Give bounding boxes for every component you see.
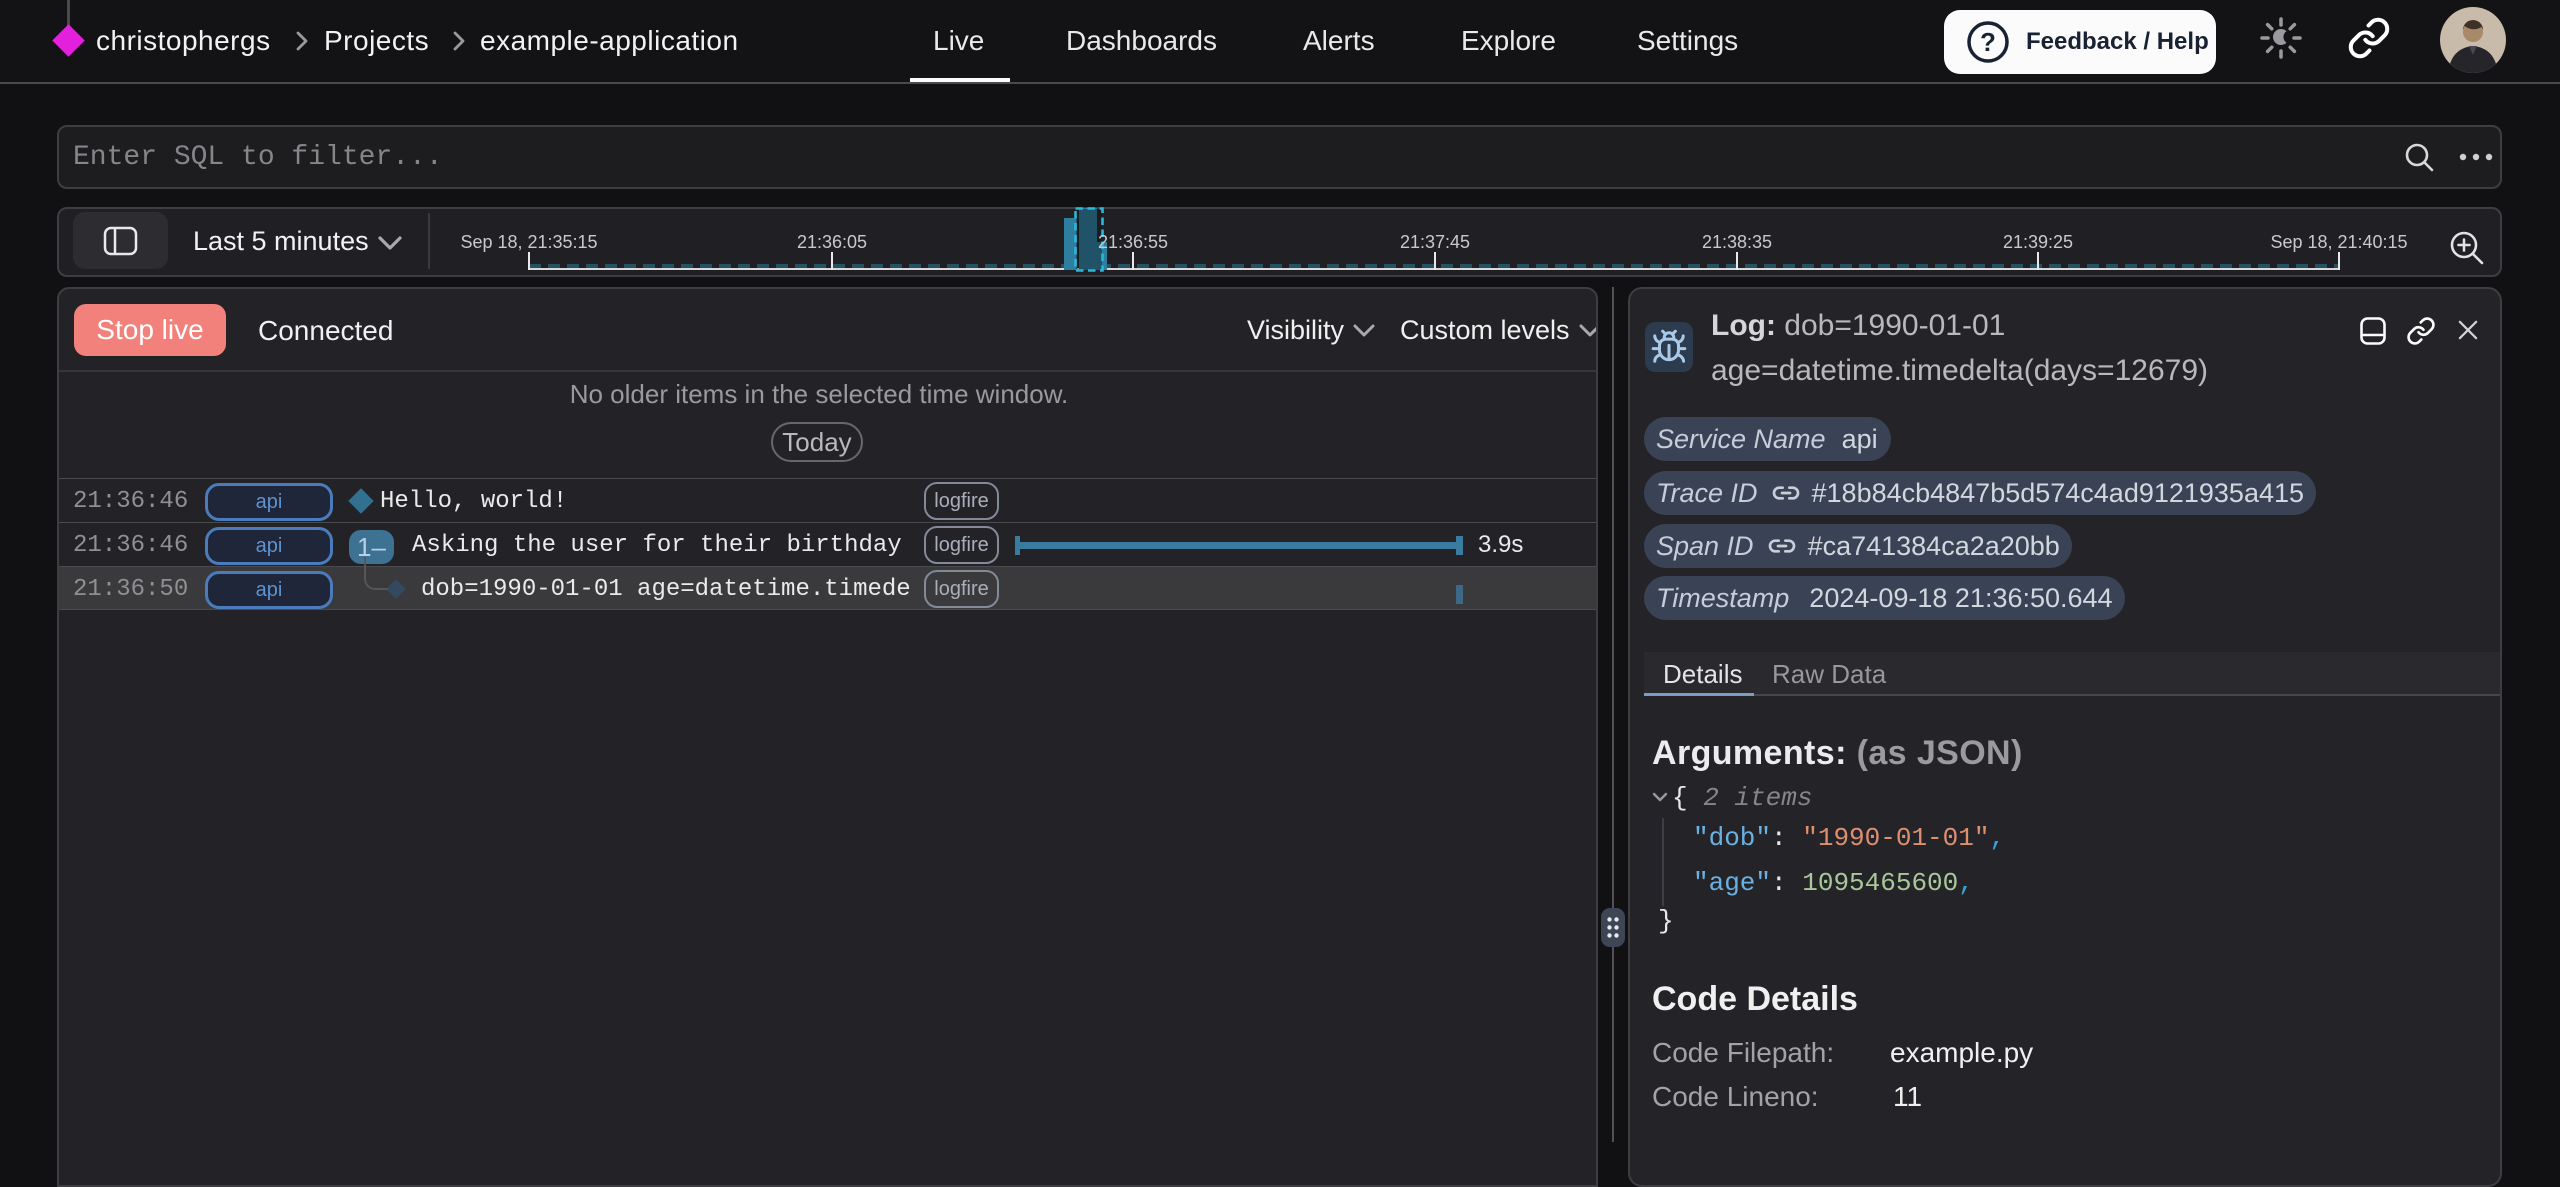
svg-text:?: ?	[1980, 27, 1996, 57]
